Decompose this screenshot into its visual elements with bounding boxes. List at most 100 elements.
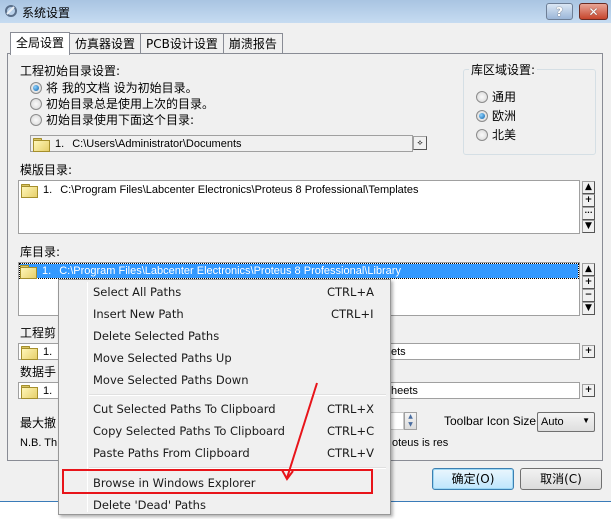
initial-dir-path-field[interactable]: 1. C:\Users\Administrator\Documents: [30, 135, 413, 152]
max-undo-spinner[interactable]: ▲ ▼: [404, 412, 417, 430]
tab-global-settings[interactable]: 全局设置: [10, 32, 71, 55]
move-up-button[interactable]: ▲: [582, 181, 595, 194]
library-region-heading: 库区域设置:: [469, 61, 538, 78]
path-index: 1.: [43, 184, 53, 196]
menu-item-shortcut: CTRL+A: [327, 285, 374, 299]
path-text: C:\Program Files\Labcenter Electronics\P…: [60, 184, 419, 196]
menu-item-shortcut: CTRL+C: [327, 424, 375, 438]
radio-indicator: [30, 81, 42, 94]
radio-label: 将 我的文档 设为初始目录。: [46, 81, 198, 95]
toolbar-icon-size-label: Toolbar Icon Size:: [444, 414, 540, 428]
radio-indicator: [476, 128, 488, 141]
folder-icon: [20, 265, 37, 279]
title-bar: 系统设置 ? ✕: [0, 0, 611, 23]
add-path-button[interactable]: +: [582, 194, 595, 207]
tab-pcb-settings[interactable]: PCB设计设置: [140, 33, 224, 54]
move-up-button[interactable]: ▲: [582, 263, 595, 276]
menu-separator: [89, 394, 386, 396]
browse-icon: ⟡: [417, 138, 423, 147]
menu-item-label: Paste Paths From Clipboard: [93, 446, 250, 460]
path-index: 1.: [42, 265, 52, 277]
note-text-end: oteus is res: [392, 437, 449, 449]
menu-item-select-all[interactable]: Select All Paths CTRL+A: [61, 281, 388, 303]
initial-dir-heading: 工程初始目录设置:: [20, 64, 121, 78]
remove-path-button[interactable]: −: [582, 289, 595, 302]
close-button[interactable]: ✕: [579, 3, 608, 20]
path-text: C:\Program Files\Labcenter Electronics\P…: [59, 265, 401, 277]
tab-simulator-settings[interactable]: 仿真器设置: [69, 33, 142, 54]
menu-item-insert-new-path[interactable]: Insert New Path CTRL+I: [61, 303, 388, 325]
spin-down-icon[interactable]: ▼: [405, 421, 416, 429]
cancel-button[interactable]: 取消(C): [520, 468, 602, 490]
radio-my-documents[interactable]: 将 我的文档 设为初始目录。: [30, 79, 198, 96]
add-path-button[interactable]: +: [582, 384, 595, 397]
menu-item-shortcut: CTRL+X: [327, 402, 374, 416]
folder-icon: [21, 346, 38, 360]
select-value: Auto: [541, 416, 564, 428]
menu-item-label: Delete 'Dead' Paths: [93, 498, 206, 512]
datasheet-heading: 数据手: [20, 365, 57, 379]
browse-path-button[interactable]: ···: [582, 207, 595, 220]
menu-item-label: Move Selected Paths Up: [93, 351, 232, 365]
menu-item-delete-selected[interactable]: Delete Selected Paths: [61, 325, 388, 347]
path-index: 1.: [43, 346, 53, 358]
template-dir-heading: 模版目录:: [20, 163, 73, 177]
list-item-selected[interactable]: 1. C:\Program Files\Labcenter Electronic…: [19, 263, 579, 279]
move-down-button[interactable]: ▼: [582, 302, 595, 315]
menu-item-cut[interactable]: Cut Selected Paths To Clipboard CTRL+X: [61, 398, 388, 420]
menu-item-label: Delete Selected Paths: [93, 329, 220, 343]
menu-item-copy[interactable]: Copy Selected Paths To Clipboard CTRL+C: [61, 420, 388, 442]
radio-region-north-america[interactable]: 北美: [476, 126, 516, 143]
browse-button[interactable]: ⟡: [413, 136, 427, 150]
radio-label: 北美: [492, 128, 517, 142]
radio-label: 通用: [492, 90, 517, 104]
max-undo-label: 最大撤: [20, 416, 57, 430]
menu-item-move-up[interactable]: Move Selected Paths Up: [61, 347, 388, 369]
folder-icon: [21, 385, 38, 399]
path-index: 1.: [43, 385, 53, 397]
menu-item-label: Copy Selected Paths To Clipboard: [93, 424, 285, 438]
path-text-tail: ets: [391, 346, 406, 358]
library-dir-heading: 库目录:: [20, 245, 61, 259]
project-clip-heading: 工程剪: [20, 326, 57, 340]
radio-indicator: [476, 109, 488, 122]
path-index: 1.: [55, 138, 65, 150]
menu-item-move-down[interactable]: Move Selected Paths Down: [61, 369, 388, 391]
radio-custom-dir[interactable]: 初始目录使用下面这个目录:: [30, 111, 194, 128]
add-path-button[interactable]: +: [582, 276, 595, 289]
toolbar-icon-size-select[interactable]: Auto ▼: [537, 412, 595, 432]
radio-region-europe[interactable]: 欧洲: [476, 107, 516, 124]
note-text-start: N.B. Th: [20, 437, 58, 449]
menu-item-paste[interactable]: Paste Paths From Clipboard CTRL+V: [61, 442, 388, 464]
radio-last-dir[interactable]: 初始目录总是使用上次的目录。: [30, 95, 214, 112]
move-down-button[interactable]: ▼: [582, 220, 595, 233]
radio-region-generic[interactable]: 通用: [476, 88, 516, 105]
chevron-down-icon: ▼: [582, 416, 590, 425]
menu-item-shortcut: CTRL+I: [331, 307, 374, 321]
path-text-tail: heets: [391, 385, 418, 397]
ok-button[interactable]: 确定(O): [432, 468, 514, 490]
radio-indicator: [30, 113, 42, 126]
menu-item-shortcut: CTRL+V: [327, 446, 374, 460]
list-item[interactable]: 1. C:\Program Files\Labcenter Electronic…: [21, 183, 419, 198]
radio-indicator: [476, 90, 488, 103]
menu-item-label: Move Selected Paths Down: [93, 373, 249, 387]
tab-strip: 全局设置 仿真器设置 PCB设计设置 崩溃报告: [10, 32, 283, 55]
radio-indicator: [30, 97, 42, 110]
help-button[interactable]: ?: [546, 3, 573, 20]
menu-item-label: Select All Paths: [93, 285, 182, 299]
radio-label: 欧洲: [492, 109, 517, 123]
close-icon: ✕: [588, 4, 599, 19]
menu-item-label: Cut Selected Paths To Clipboard: [93, 402, 276, 416]
radio-label: 初始目录总是使用上次的目录。: [46, 97, 215, 111]
tab-crash-report[interactable]: 崩溃报告: [222, 33, 283, 54]
menu-item-delete-dead-paths[interactable]: Delete 'Dead' Paths: [61, 494, 388, 516]
radio-label: 初始目录使用下面这个目录:: [46, 113, 195, 127]
folder-icon: [21, 184, 38, 198]
template-dir-list[interactable]: 1. C:\Program Files\Labcenter Electronic…: [18, 180, 580, 234]
path-text: C:\Users\Administrator\Documents: [72, 138, 242, 150]
menu-item-label: Insert New Path: [93, 307, 184, 321]
spin-up-icon[interactable]: ▲: [405, 413, 416, 421]
add-path-button[interactable]: +: [582, 345, 595, 358]
app-icon: [5, 5, 17, 17]
